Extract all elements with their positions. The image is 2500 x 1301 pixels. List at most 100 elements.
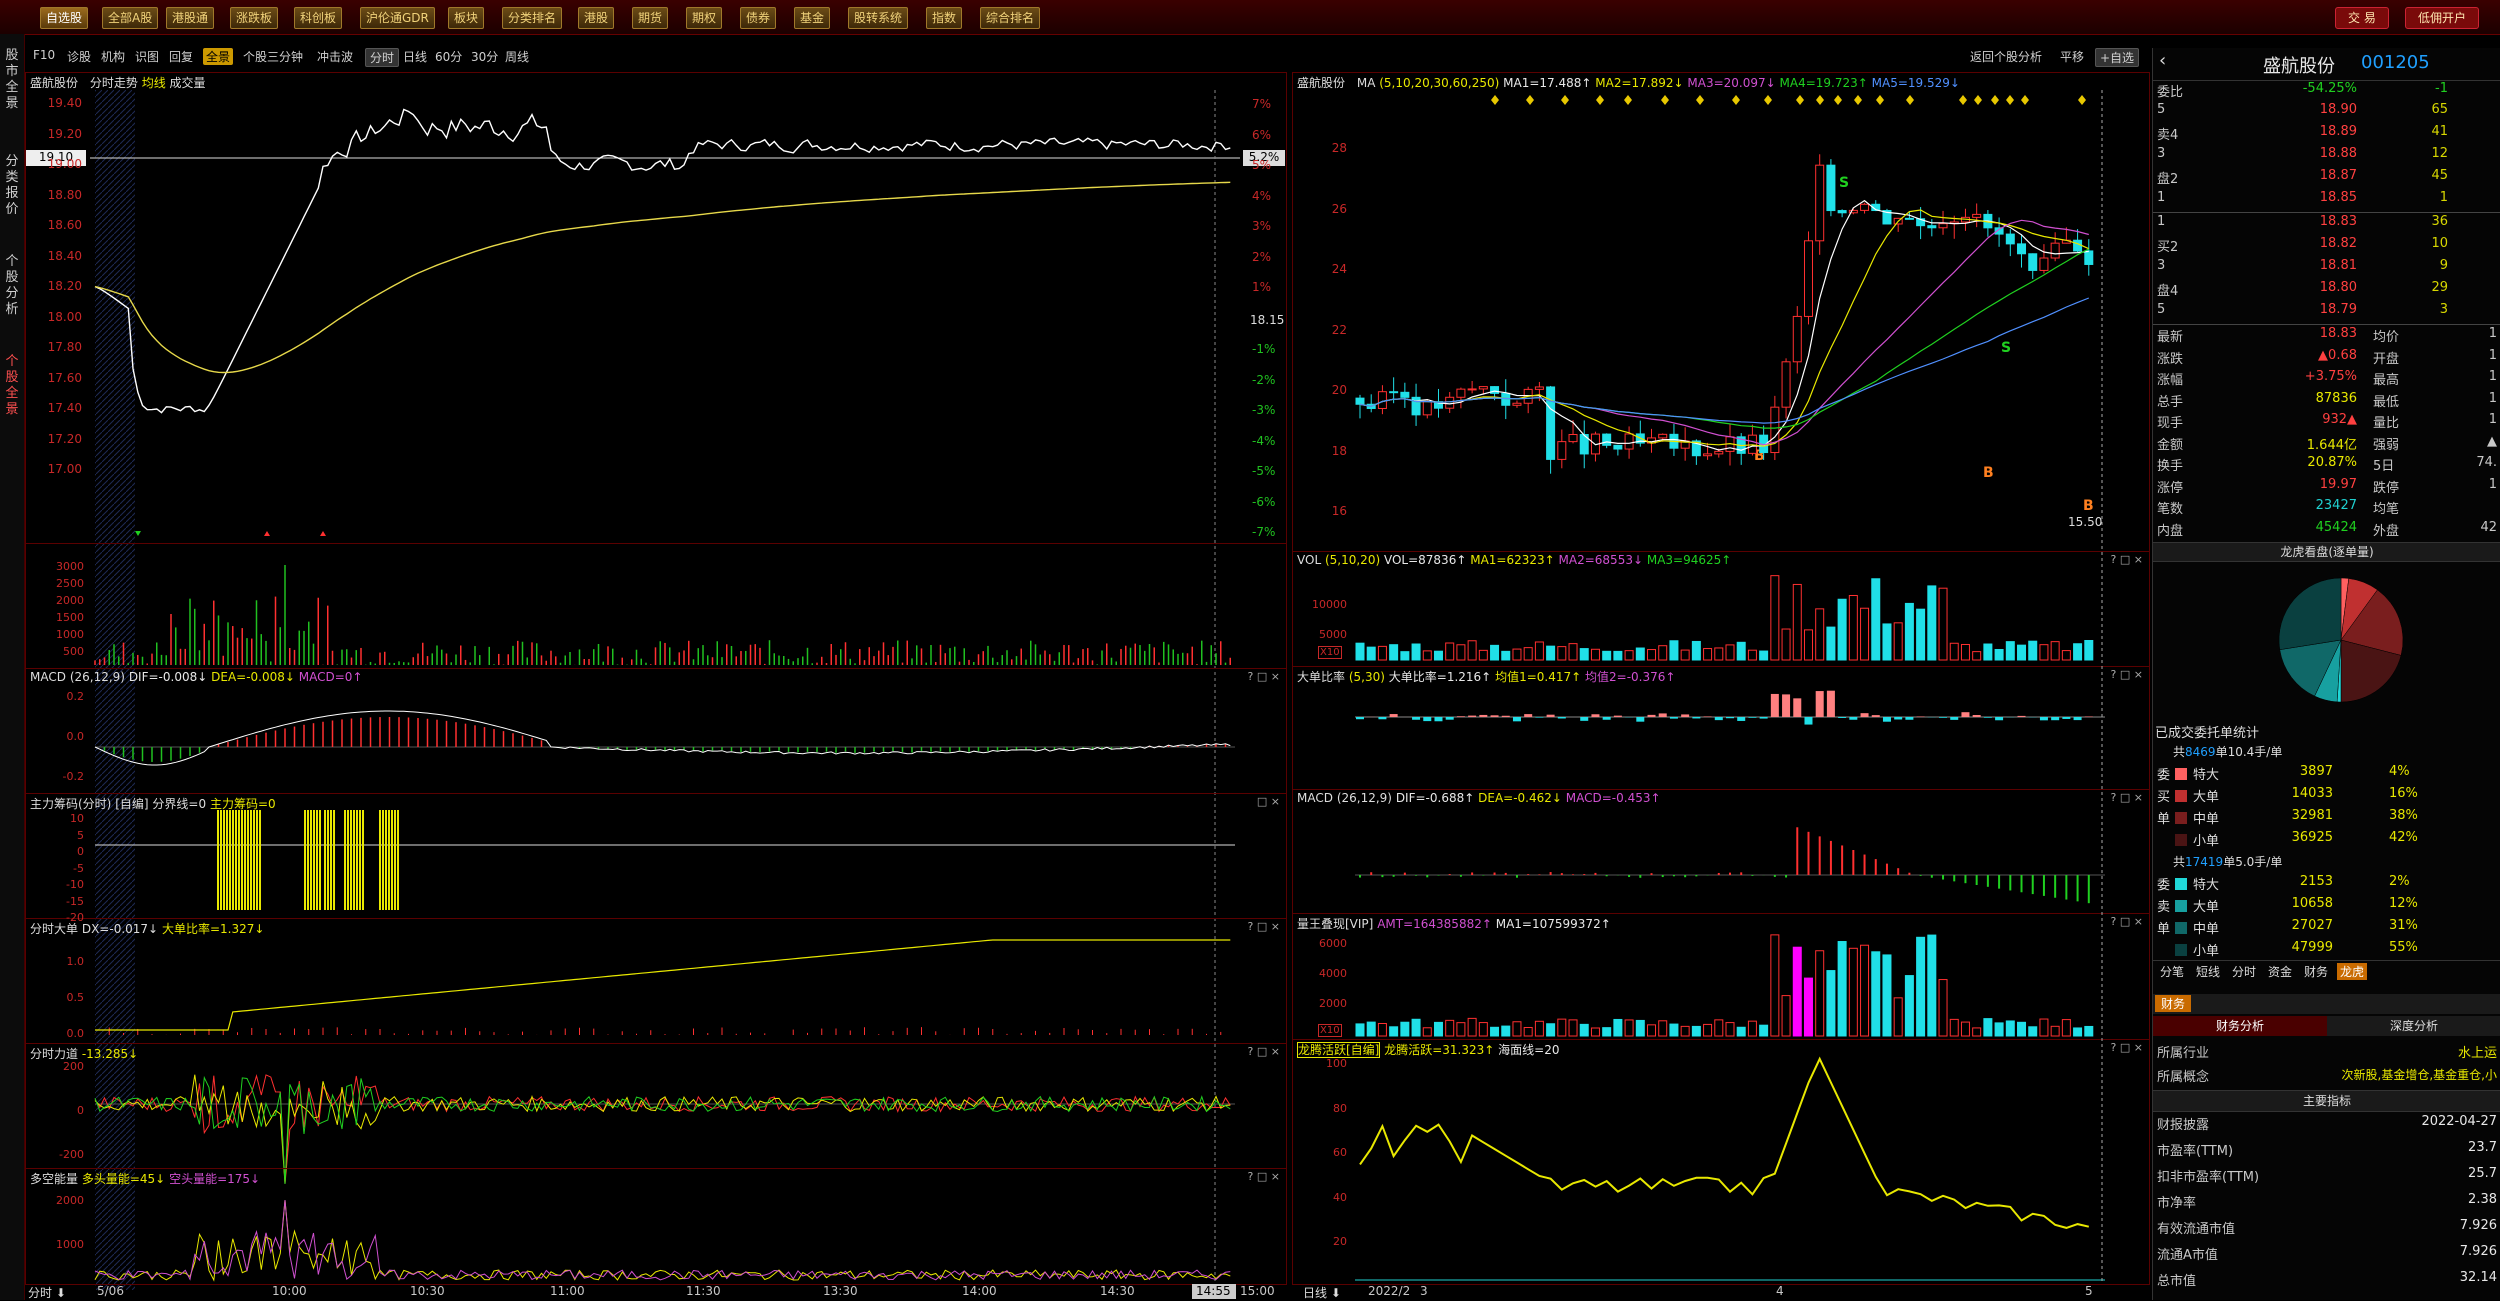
stat-key2: 均笔	[2373, 498, 2399, 517]
daily-vol-bar	[1569, 644, 1577, 660]
daily-amount-bar	[1580, 1024, 1588, 1036]
candle	[1468, 389, 1476, 390]
pct-axis-label: -4%	[1252, 434, 1275, 448]
order-size-row: 单中单3298138%	[2153, 808, 2500, 830]
vol-axis-label: 500	[30, 645, 84, 658]
sell-level-row[interactable]: 盘218.8745	[2153, 168, 2500, 190]
daily-amount-bar	[1760, 1025, 1768, 1036]
daily-amount-bar	[2029, 1027, 2037, 1036]
industry-row: 所属行业 水上运	[2153, 1042, 2500, 1064]
daily-vol-bar	[1726, 645, 1734, 660]
buy-level-row[interactable]: 盘418.8029	[2153, 280, 2500, 302]
sell-level-row[interactable]: 318.8812	[2153, 146, 2500, 168]
order-size-row: 委特大21532%	[2153, 874, 2500, 896]
finance-key: 总市值	[2157, 1270, 2196, 1289]
order-volume: 27027	[2273, 918, 2333, 933]
daily-vol-bar	[1928, 586, 1936, 660]
deep-analysis-tab[interactable]: 深度分析	[2327, 1016, 2500, 1036]
daily-amount-bar	[1625, 1020, 1633, 1036]
stat-key: 涨跌	[2157, 348, 2183, 367]
sell-level-row[interactable]: 118.851	[2153, 190, 2500, 212]
order-side: 委	[2157, 874, 2170, 893]
candle	[1861, 204, 1869, 210]
daily-vol-bar	[1591, 649, 1599, 660]
finance-analysis-tab[interactable]: 财务分析	[2153, 1016, 2327, 1036]
pct-axis-label: 5%	[1252, 158, 1271, 172]
daily-bigorder-bar	[2074, 717, 2082, 720]
candle	[1905, 218, 1913, 219]
price-axis-label: 18.60	[30, 218, 82, 232]
daily-bigorder-bar	[1816, 691, 1824, 717]
daily-vol-bar	[1367, 647, 1375, 660]
quote-tab-5[interactable]: 龙虎	[2337, 963, 2367, 980]
stat-key: 总手	[2157, 391, 2183, 410]
sell-level-row[interactable]: 卖418.8941	[2153, 124, 2500, 146]
finance-value: 7.926	[2460, 1218, 2497, 1233]
order-volume: 3897	[2273, 764, 2333, 779]
candle	[1569, 435, 1577, 442]
concept-value[interactable]: 次新股,基金增仓,基金重仓,小	[2342, 1066, 2497, 1083]
quote-tab-4[interactable]: 财务	[2301, 963, 2331, 980]
daily-footer-label[interactable]: 日线 ⬇	[1303, 1284, 1341, 1301]
buy-level-row[interactable]: 318.819	[2153, 258, 2500, 280]
sell-level-row[interactable]: 518.9065	[2153, 102, 2500, 124]
daily-amount-bar	[1423, 1028, 1431, 1036]
sell-volume: 1	[2403, 190, 2448, 205]
concept-row: 所属概念 次新股,基金增仓,基金重仓,小	[2153, 1066, 2500, 1088]
finance-tab[interactable]: 财务	[2155, 995, 2191, 1012]
daily-bigorder-bar	[1737, 717, 1745, 721]
daily-bigorder-bar	[1603, 717, 1611, 720]
daily-amount-bar	[1984, 1019, 1992, 1036]
quote-stat-row: 笔数23427均笔	[2153, 498, 2500, 520]
daily-vol-bar	[1894, 623, 1902, 660]
daily-bigorder-bar	[1894, 717, 1902, 719]
daily-bigorder-bar	[1412, 717, 1420, 720]
daily-vol-bar	[1614, 651, 1622, 660]
quote-tab-0[interactable]: 分笔	[2157, 963, 2187, 980]
daily-amount-bar	[1950, 1019, 1958, 1036]
buy-level-row[interactable]: 118.8336	[2153, 214, 2500, 236]
order-size-label: 中单	[2193, 808, 2219, 827]
daily-vol-bar	[2074, 644, 2082, 660]
color-swatch	[2175, 812, 2187, 824]
stat-value: ▲0.68	[2287, 348, 2357, 363]
sell-level-label: 卖4	[2157, 124, 2178, 143]
daily-amount-bar	[1524, 1028, 1532, 1036]
daily-vol-bar	[1524, 648, 1532, 660]
buy-level-row[interactable]: 买218.8210	[2153, 236, 2500, 258]
candle	[1502, 393, 1510, 405]
daily-bigorder-bar	[1524, 714, 1532, 717]
bigorder-axis-label: 0.0	[30, 1027, 84, 1040]
pct-axis-label: 2%	[1252, 250, 1271, 264]
order-pct: 42%	[2389, 830, 2418, 845]
quote-tab-1[interactable]: 短线	[2193, 963, 2223, 980]
candle	[1793, 316, 1801, 361]
time-axis-label: 11:30	[686, 1284, 721, 1298]
daily-bigorder-bar	[1827, 691, 1835, 717]
industry-value[interactable]: 水上运	[2458, 1042, 2497, 1061]
daily-bigorder-bar	[1961, 712, 1969, 717]
daily-vol-bar	[2018, 645, 2026, 660]
quote-stat-row: 金额1.644亿强弱▲	[2153, 434, 2500, 456]
daily-amount-bar	[1681, 1026, 1689, 1036]
buy-level-row[interactable]: 518.793	[2153, 302, 2500, 324]
order-volume: 10658	[2273, 896, 2333, 911]
daily-vol-bar	[1771, 576, 1779, 660]
order-size-label: 大单	[2193, 896, 2219, 915]
daily-amount-bar	[1479, 1023, 1487, 1036]
sell-level-label: 盘2	[2157, 168, 2178, 187]
stat-key2: 强弱	[2373, 434, 2399, 453]
pct-axis-label: 7%	[1252, 97, 1271, 111]
daily-vol-bar	[1648, 650, 1656, 660]
stat-key: 金额	[2157, 434, 2183, 453]
candle	[1625, 434, 1633, 449]
diamond-marker	[1624, 95, 1632, 105]
order-size-row: 卖大单1065812%	[2153, 896, 2500, 918]
quote-tab-2[interactable]: 分时	[2229, 963, 2259, 980]
finance-key: 扣非市盈率(TTM)	[2157, 1166, 2259, 1185]
finance-value: 25.7	[2468, 1166, 2497, 1181]
candle	[1423, 402, 1431, 415]
quote-tab-3[interactable]: 资金	[2265, 963, 2295, 980]
order-pct: 12%	[2389, 896, 2418, 911]
bullbear-axis-label: 1000	[30, 1238, 84, 1251]
